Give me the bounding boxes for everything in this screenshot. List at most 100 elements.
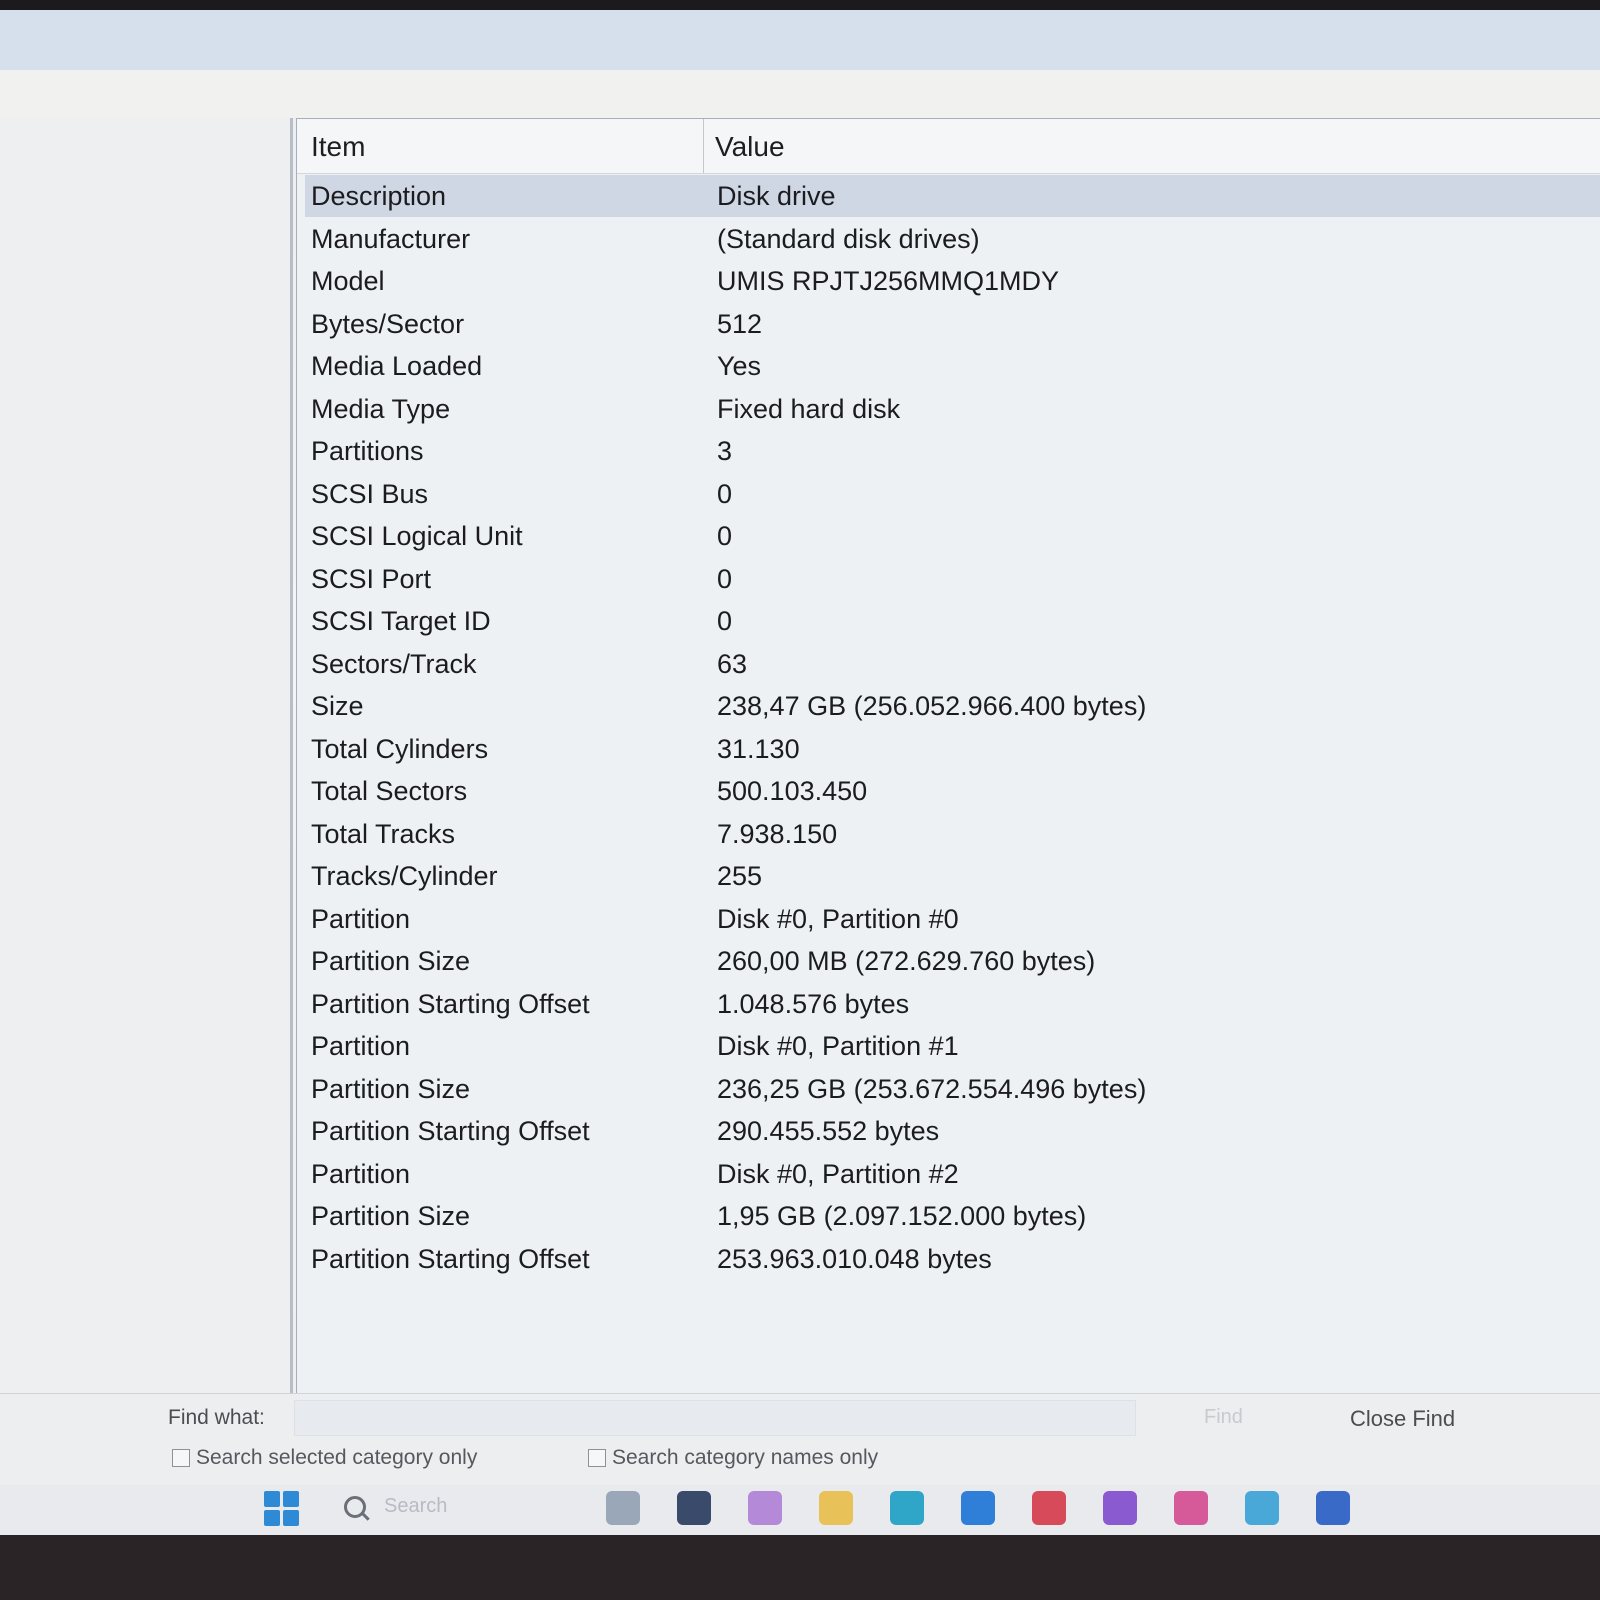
search-selected-category-checkbox[interactable]: Search selected category only (172, 1446, 477, 1470)
row-item: Media Type (311, 393, 451, 424)
row-item: Size (311, 691, 364, 721)
row-item: Manufacturer (311, 223, 471, 254)
column-header-item[interactable]: Item (311, 131, 365, 163)
row-value: 253.963.010.048 bytes (717, 1243, 992, 1274)
file-explorer-icon[interactable] (819, 1491, 853, 1525)
table-row[interactable]: Model UMIS RPJTJ256MMQ1MDY (305, 260, 1600, 302)
table-row[interactable]: Partition Disk #0, Partition #2 (305, 1153, 1600, 1195)
row-value: 3 (717, 436, 733, 466)
row-item: Partition Starting Offset (311, 988, 590, 1019)
row-item: Partition Starting Offset (311, 1243, 590, 1274)
table-row[interactable]: Partition Starting Offset 290.455.552 byt… (305, 1110, 1600, 1152)
row-value: 0 (717, 563, 733, 594)
table-row[interactable]: Partition Disk #0, Partition #1 (305, 1025, 1600, 1067)
row-item: Description (311, 181, 447, 211)
table-row[interactable]: Partition Disk #0, Partition #0 (305, 898, 1600, 940)
table-row[interactable]: SCSI Port 0 (305, 558, 1600, 600)
row-value: 0 (717, 478, 733, 509)
row-value: 290.455.552 bytes (717, 1116, 940, 1146)
category-tree-pane[interactable] (0, 118, 293, 1393)
table-row[interactable]: Partition Size 1,95 GB (2.097.152.000 byt… (305, 1195, 1600, 1237)
table-row[interactable]: Sectors/Track 63 (305, 643, 1600, 685)
table-row[interactable]: Manufacturer (Standard disk drives) (305, 218, 1600, 260)
store-icon[interactable] (961, 1491, 995, 1525)
row-value: Fixed hard disk (717, 393, 901, 424)
row-item: Total Tracks (311, 818, 456, 849)
system-information-icon[interactable] (1316, 1491, 1350, 1525)
row-item: SCSI Port (311, 563, 432, 594)
row-item: Partitions (311, 436, 424, 466)
row-value: 1.048.576 bytes (717, 988, 910, 1019)
row-value: 255 (717, 861, 763, 891)
app-l-icon[interactable] (677, 1491, 711, 1525)
row-item: Total Cylinders (311, 733, 489, 764)
app-controller-icon[interactable] (1245, 1491, 1279, 1525)
taskbar: Search (0, 1485, 1600, 1535)
table-row[interactable]: Media Loaded Yes (305, 345, 1600, 387)
row-item: Partition Starting Offset (311, 1116, 590, 1146)
row-item: Partition Size (311, 1201, 471, 1231)
row-item: Model (311, 266, 385, 296)
taskbar-search-placeholder: Search (384, 1495, 448, 1517)
table-row[interactable]: SCSI Target ID 0 (305, 600, 1600, 642)
taskbar-search[interactable]: Search (344, 1495, 447, 1518)
app-pink-circle-icon[interactable] (1174, 1491, 1208, 1525)
screen: Item Value Description Disk drive Manufact… (0, 10, 1600, 1535)
widgets-icon[interactable] (606, 1491, 640, 1525)
table-row[interactable]: SCSI Bus 0 (305, 473, 1600, 515)
row-item: Partition (311, 1031, 411, 1061)
row-item: Partition (311, 1158, 411, 1189)
table-row[interactable]: Total Sectors 500.103.450 (305, 770, 1600, 812)
screen-bezel (0, 1535, 1600, 1600)
row-value: 0 (717, 521, 733, 551)
row-value: 1,95 GB (2.097.152.000 bytes) (717, 1201, 1087, 1231)
row-item: Bytes/Sector (311, 308, 465, 339)
table-row[interactable]: Total Tracks 7.938.150 (305, 813, 1600, 855)
table-row[interactable]: Description Disk drive (305, 175, 1600, 217)
find-what-input[interactable] (294, 1400, 1136, 1436)
search-category-names-checkbox[interactable]: Search category names only (588, 1446, 878, 1470)
column-header-value[interactable]: Value (715, 131, 785, 163)
row-item: Total Sectors (311, 776, 468, 806)
table-row[interactable]: Partition Size 236,25 GB (253.672.554.496… (305, 1068, 1600, 1110)
row-value: Disk drive (717, 181, 836, 211)
checkbox-box[interactable] (588, 1449, 606, 1467)
row-value: UMIS RPJTJ256MMQ1MDY (717, 266, 1060, 296)
details-list-pane: Item Value Description Disk drive Manufact… (296, 118, 1600, 1394)
row-value: Disk #0, Partition #2 (717, 1158, 959, 1189)
table-row[interactable]: Partition Starting Offset 1.048.576 bytes (305, 983, 1600, 1025)
copilot-icon[interactable] (748, 1491, 782, 1525)
table-row[interactable]: Bytes/Sector 512 (305, 303, 1600, 345)
checkbox-label: Search selected category only (196, 1446, 478, 1469)
column-separator[interactable] (703, 119, 704, 173)
row-item: SCSI Bus (311, 478, 429, 509)
row-value: 31.130 (717, 733, 800, 764)
table-row[interactable]: Size 238,47 GB (256.052.966.400 bytes) (305, 685, 1600, 727)
table-row[interactable]: Partition Starting Offset 253.963.010.048… (305, 1238, 1600, 1280)
table-row[interactable]: Tracks/Cylinder 255 (305, 855, 1600, 897)
start-icon[interactable] (264, 1491, 300, 1526)
row-item: SCSI Logical Unit (311, 521, 523, 551)
row-value: Disk #0, Partition #0 (717, 903, 959, 934)
row-value: (Standard disk drives) (717, 223, 980, 254)
column-header: Item Value (297, 119, 1600, 174)
row-value: 0 (717, 606, 733, 636)
edge-icon[interactable] (890, 1491, 924, 1525)
title-bar (0, 10, 1600, 70)
row-value: 500.103.450 (717, 776, 868, 806)
app-red-l-icon[interactable] (1032, 1491, 1066, 1525)
checkbox-box[interactable] (172, 1449, 190, 1467)
menu-bar (0, 70, 1600, 118)
row-value: Yes (717, 351, 762, 381)
table-row[interactable]: Partitions 3 (305, 430, 1600, 472)
table-row[interactable]: SCSI Logical Unit 0 (305, 515, 1600, 557)
close-find-button[interactable]: Close Find (1350, 1406, 1455, 1432)
row-value: 7.938.150 (717, 818, 838, 849)
row-item: Partition Size (311, 946, 471, 976)
find-button[interactable]: Find (1204, 1406, 1243, 1429)
app-shield-icon[interactable] (1103, 1491, 1137, 1525)
row-item: SCSI Target ID (311, 606, 491, 636)
table-row[interactable]: Total Cylinders 31.130 (305, 728, 1600, 770)
table-row[interactable]: Media Type Fixed hard disk (305, 388, 1600, 430)
table-row[interactable]: Partition Size 260,00 MB (272.629.760 byt… (305, 940, 1600, 982)
